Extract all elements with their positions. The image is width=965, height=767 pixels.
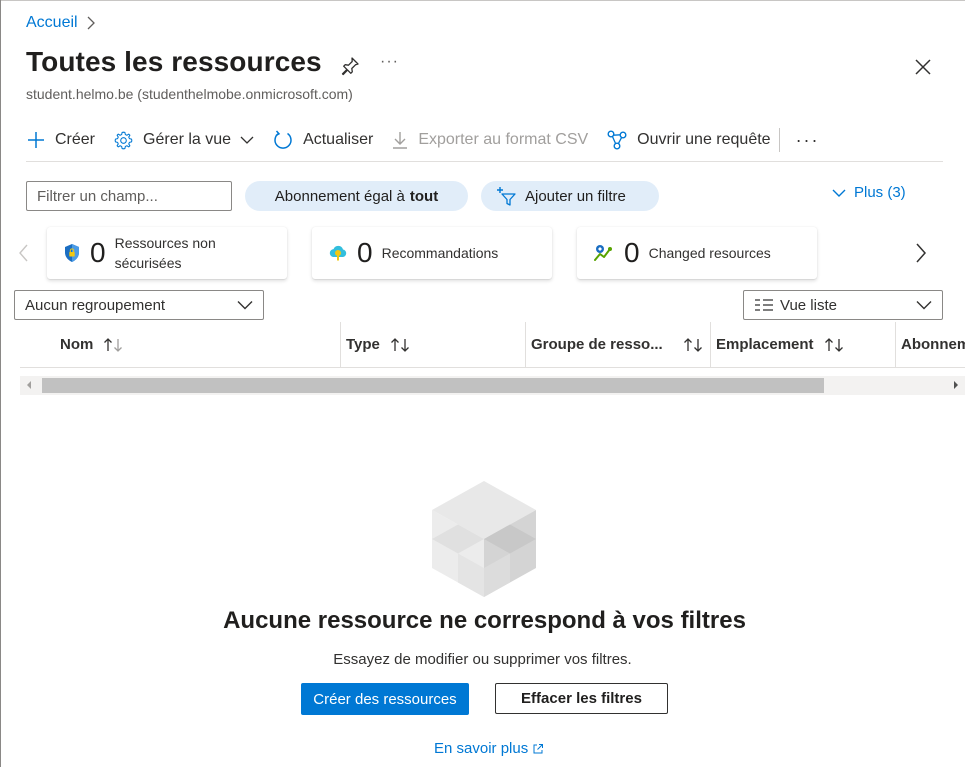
empty-state-subtitle: Essayez de modifier ou supprimer vos fil… (333, 651, 632, 668)
clear-filters-button[interactable]: Effacer les filtres (495, 683, 668, 714)
learn-more-link[interactable]: En savoir plus (434, 740, 544, 757)
recommendations-label: Recommandations (381, 245, 499, 261)
column-separator[interactable] (340, 322, 341, 367)
table-header-divider (20, 367, 965, 368)
sort-icon (390, 337, 412, 353)
shield-icon (65, 244, 79, 262)
column-separator[interactable] (710, 322, 711, 367)
column-header-name[interactable]: Nom (60, 322, 125, 367)
changed-resources-count: 0 (624, 237, 640, 268)
column-header-subscription[interactable]: Abonnem (901, 322, 965, 367)
unsecured-resources-label: Ressources non sécurisées (115, 233, 216, 273)
chevron-down-icon (832, 189, 846, 197)
carousel-next-icon[interactable] (913, 242, 929, 264)
export-csv-label: Exporter au format CSV (418, 131, 589, 148)
unsecured-resources-label-line1: Ressources non (114, 235, 216, 251)
filter-field-input[interactable]: Filtrer un champ... (26, 181, 232, 211)
column-header-type-label: Type (346, 336, 380, 353)
unsecured-resources-count: 0 (90, 237, 106, 268)
close-icon[interactable] (913, 57, 933, 77)
add-filter-label: Ajouter un filtre (525, 187, 626, 205)
more-filters-label: Plus (3) (854, 184, 906, 201)
view-dropdown[interactable]: Vue liste (743, 290, 943, 320)
open-query-label: Ouvrir une requête (637, 131, 771, 148)
scroll-left-arrow-icon[interactable] (25, 380, 33, 390)
list-view-icon (755, 299, 773, 311)
pin-icon[interactable] (339, 55, 361, 77)
column-separator[interactable] (895, 322, 896, 367)
sort-icon (683, 337, 705, 353)
column-header-location[interactable]: Emplacement (716, 322, 846, 367)
page-title: Toutes les ressources (26, 46, 322, 77)
title-more-options[interactable]: ··· (380, 53, 399, 71)
column-separator[interactable] (525, 322, 526, 367)
chevron-down-icon (240, 136, 254, 144)
create-resources-button[interactable]: Créer des ressources (301, 683, 469, 715)
toolbar-more-button[interactable]: ··· (796, 130, 820, 151)
chevron-down-icon (916, 301, 932, 310)
view-selected-value: Vue liste (780, 296, 837, 314)
subscription-filter-pill[interactable]: Abonnement égal à tout (245, 181, 468, 211)
create-button[interactable]: Créer (26, 124, 95, 156)
unsecured-resources-label-line2: sécurisées (114, 255, 182, 271)
recommendations-card[interactable]: 0 Recommandations (312, 227, 552, 279)
empty-state-title: Aucune ressource ne correspond à vos fil… (223, 607, 746, 634)
subscription-filter-value: tout (409, 187, 439, 205)
unsecured-resources-card[interactable]: 0 Ressources non sécurisées (47, 227, 287, 279)
change-analysis-icon (594, 245, 612, 261)
query-graph-icon (607, 130, 627, 150)
advisor-cloud-icon (329, 245, 347, 261)
open-query-button[interactable]: Ouvrir une requête (606, 124, 771, 156)
plus-icon (28, 132, 44, 148)
carousel-previous-icon[interactable] (16, 244, 32, 262)
grouping-dropdown[interactable]: Aucun regroupement (14, 290, 264, 320)
command-bar: Créer Gérer la vue Actualiser Exporter a… (26, 124, 820, 156)
scrollbar-thumb[interactable] (42, 378, 824, 393)
column-header-location-label: Emplacement (716, 336, 814, 353)
changed-resources-label: Changed resources (648, 245, 771, 261)
learn-more-label: En savoir plus (434, 740, 529, 757)
column-header-resource-group[interactable]: Groupe de resso... (531, 322, 705, 367)
subscription-filter-prefix: Abonnement égal à (274, 187, 405, 205)
top-border (0, 0, 965, 1)
more-filters-link[interactable]: Plus (3) (832, 184, 906, 201)
chevron-down-icon (237, 301, 253, 310)
sort-icon (824, 337, 846, 353)
toolbar-divider (26, 161, 943, 162)
column-header-name-label: Nom (60, 336, 94, 353)
tenant-subtitle: student.helmo.be (studenthelmobe.onmicro… (26, 86, 353, 102)
chevron-right-icon (87, 16, 95, 30)
filter-field-placeholder: Filtrer un champ... (37, 187, 158, 205)
column-header-subscription-label: Abonnem (901, 336, 965, 353)
export-csv-button[interactable]: Exporter au format CSV (391, 124, 588, 156)
changed-resources-card[interactable]: 0 Changed resources (577, 227, 817, 279)
add-filter-button[interactable]: Ajouter un filtre (481, 181, 659, 211)
add-filter-icon (497, 187, 516, 206)
column-header-type[interactable]: Type (346, 322, 412, 367)
manage-view-button[interactable]: Gérer la vue (113, 124, 254, 156)
column-header-resource-group-label: Groupe de resso... (531, 336, 663, 353)
refresh-button[interactable]: Actualiser (272, 124, 373, 156)
download-icon (393, 132, 408, 149)
gear-icon (114, 131, 133, 149)
recommendations-count: 0 (357, 237, 373, 268)
manage-view-label: Gérer la vue (143, 131, 232, 148)
sort-icon (103, 337, 125, 353)
breadcrumb: Accueil (26, 14, 96, 32)
grouping-selected-value: Aucun regroupement (25, 296, 166, 314)
external-link-icon (533, 743, 544, 753)
breadcrumb-home-link[interactable]: Accueil (26, 14, 78, 32)
refresh-icon (274, 130, 292, 149)
refresh-label: Actualiser (303, 131, 374, 148)
create-label: Créer (55, 131, 96, 148)
scroll-right-arrow-icon[interactable] (952, 380, 960, 390)
empty-cube-icon (432, 481, 536, 597)
toolbar-separator (778, 128, 780, 152)
